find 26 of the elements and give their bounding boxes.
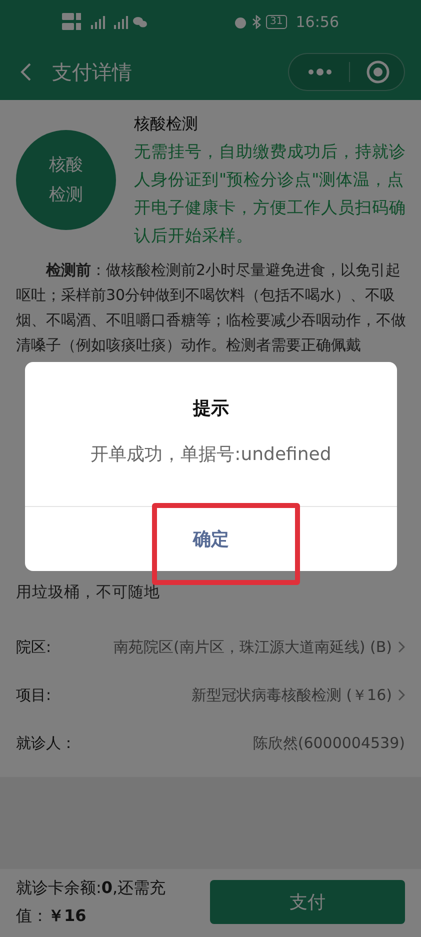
clock-time: 16:56 [296,13,339,31]
back-icon[interactable] [20,62,32,82]
dialog-title: 提示 [192,397,230,420]
test-title: 核酸检测 [134,113,199,135]
bluetooth-icon [252,15,262,29]
battery-level: 31 [266,15,287,29]
close-target-icon[interactable] [366,60,390,84]
field-label: 项目: [16,686,52,704]
dialog-message: 开单成功，单据号:undefined [90,443,332,467]
sim-status-icon [62,11,82,33]
instruction-text: 用垃圾桶，不可随地 [0,580,421,615]
pay-button[interactable]: 支付 [210,880,405,924]
chat-icon [133,16,147,28]
field-value[interactable]: 新型冠状病毒核酸检测 (￥16) [88,686,392,704]
page-title: 支付详情 [52,58,133,86]
balance-text: 就诊卡余额:0,还需充值：￥16 [16,877,167,927]
field-value: 陈欣然(6000004539) [252,734,405,752]
instruction-text: 检测前：做核酸检测前2小时尽量避免进食，以免引起呕吐；采样前30分钟做到不喝饮料（包括不喝水）、不吸烟、不喝酒、不咀嚼口香糖等；临检要减少吞咽动作，不做清嗓子（例如咳痰吐痰）动作。检测者需要正确佩戴 [0,250,421,358]
notice-text: 无需挂号，自助缴费成功后，持就诊人身份证到"预检分诊点"测体温，点开电子健康卡，方便工作人员扫码确认后开始采样。 [134,141,407,247]
confirm-button[interactable]: 确定 [25,507,397,571]
field-value[interactable]: 南苑院区(南片区，珠江源大道南延线) (B) [88,638,392,656]
field-label: 就诊人： [16,734,77,752]
test-badge: 核酸 检测 [16,130,116,230]
field-label: 院区: [16,638,52,656]
alarm-icon [234,16,248,28]
more-icon[interactable] [307,68,333,76]
